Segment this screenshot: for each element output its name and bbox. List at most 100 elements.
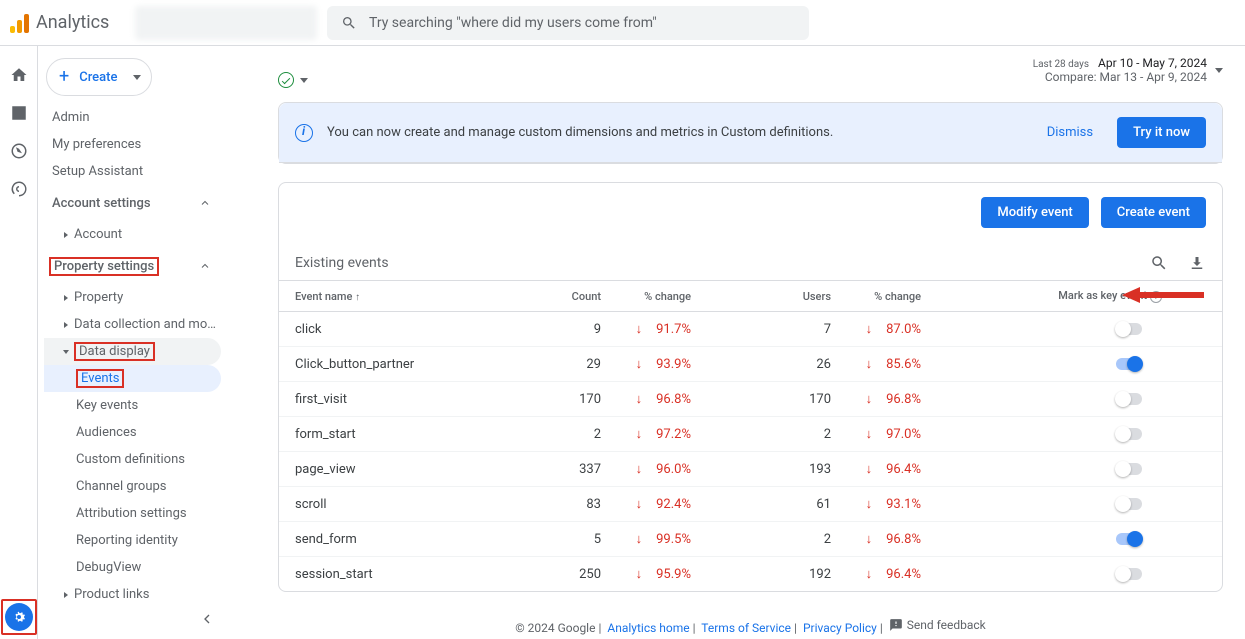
cell-pct1: ↓96.0% [609,452,699,487]
col-users[interactable]: Users [699,281,839,312]
cell-users: 2 [699,417,839,452]
admin-gear-button[interactable] [5,603,33,631]
date-range-picker[interactable]: Last 28 days Apr 10 - May 7, 2024 Compar… [1033,56,1223,84]
table-row[interactable]: send_form5↓99.5%2↓96.8% [279,522,1222,557]
nav-custom-definitions[interactable]: Custom definitions [44,446,221,473]
col-key-event: Mark as key event? [929,281,1222,312]
key-event-toggle[interactable] [1116,358,1142,370]
nav-audiences[interactable]: Audiences [44,419,221,446]
cell-users: 2 [699,522,839,557]
search-input[interactable]: Try searching "where did my users come f… [327,6,809,40]
nav-account-settings[interactable]: Account settings [44,185,221,221]
link-privacy[interactable]: Privacy Policy [803,621,877,635]
nav-reporting-identity[interactable]: Reporting identity [44,527,221,554]
info-banner: You can now create and manage custom dim… [278,102,1223,164]
cell-pct2: ↓93.1% [839,487,929,522]
table-row[interactable]: form_start2↓97.2%2↓97.0% [279,417,1222,452]
table-row[interactable]: page_view337↓96.0%193↓96.4% [279,452,1222,487]
col-pct-change-2[interactable]: % change [839,281,929,312]
cell-pct2: ↓87.0% [839,312,929,347]
cell-event-name: form_start [279,417,529,452]
cell-count: 9 [529,312,609,347]
reports-icon[interactable] [10,104,28,122]
create-label: Create [79,70,117,85]
key-event-toggle[interactable] [1116,323,1142,335]
cell-event-name: click [279,312,529,347]
search-icon[interactable] [1150,254,1168,272]
caret-down-icon [133,75,141,80]
cell-pct1: ↓93.9% [609,347,699,382]
table-row[interactable]: scroll83↓92.4%61↓93.1% [279,487,1222,522]
cell-count: 29 [529,347,609,382]
table-row[interactable]: Click_button_partner29↓93.9%26↓85.6% [279,347,1222,382]
nav-events[interactable]: Events [44,365,221,392]
cell-users: 193 [699,452,839,487]
collapse-sidebar-button[interactable] [199,611,215,631]
cell-count: 337 [529,452,609,487]
caret-down-icon [1215,68,1223,73]
link-analytics-home[interactable]: Analytics home [607,621,689,635]
home-icon[interactable] [10,66,28,84]
create-event-button[interactable]: Create event [1101,197,1206,228]
search-placeholder: Try searching "where did my users come f… [369,15,657,31]
col-event-name[interactable]: Event name ↑ [279,281,529,312]
cell-pct2: ↓85.6% [839,347,929,382]
caret-down-icon [300,78,308,83]
cell-pct1: ↓96.8% [609,382,699,417]
gear-icon [11,609,27,625]
key-event-toggle[interactable] [1116,393,1142,405]
property-selector[interactable] [135,6,317,40]
table-row[interactable]: session_start250↓95.9%192↓96.4% [279,557,1222,592]
dismiss-button[interactable]: Dismiss [1047,125,1093,140]
cell-pct1: ↓97.2% [609,417,699,452]
cell-count: 83 [529,487,609,522]
nav-admin[interactable]: Admin [44,104,221,131]
events-card: Modify event Create event Existing event… [278,182,1223,592]
link-terms[interactable]: Terms of Service [701,621,791,635]
checkmark-icon [278,72,294,88]
try-it-now-button[interactable]: Try it now [1117,117,1206,148]
col-pct-change-1[interactable]: % change [609,281,699,312]
col-count[interactable]: Count [529,281,609,312]
key-event-toggle[interactable] [1116,568,1142,580]
events-table: Event name ↑ Count % change Users % chan… [279,280,1222,591]
table-row[interactable]: first_visit170↓96.8%170↓96.8% [279,382,1222,417]
chevron-up-icon [199,260,211,272]
key-event-toggle[interactable] [1116,428,1142,440]
nav-debugview[interactable]: DebugView [44,554,221,581]
explore-icon[interactable] [10,142,28,160]
banner-text: You can now create and manage custom dim… [327,125,833,140]
cell-count: 170 [529,382,609,417]
content-area: Last 28 days Apr 10 - May 7, 2024 Compar… [228,46,1245,639]
table-row[interactable]: click9↓91.7%7↓87.0% [279,312,1222,347]
cell-event-name: send_form [279,522,529,557]
create-button[interactable]: + Create [46,58,152,96]
download-icon[interactable] [1188,254,1206,272]
key-event-toggle[interactable] [1116,533,1142,545]
nav-setup-assistant[interactable]: Setup Assistant [44,158,221,185]
key-event-toggle[interactable] [1116,463,1142,475]
nav-product-links[interactable]: Product links [44,581,221,608]
modify-event-button[interactable]: Modify event [981,197,1088,228]
key-event-toggle[interactable] [1116,498,1142,510]
nav-data-collection[interactable]: Data collection and modifica... [44,311,221,338]
nav-key-events[interactable]: Key events [44,392,221,419]
nav-my-preferences[interactable]: My preferences [44,131,221,158]
cell-pct2: ↓96.8% [839,382,929,417]
chevron-up-icon [199,197,211,209]
help-icon[interactable]: ? [1150,291,1162,303]
nav-channel-groups[interactable]: Channel groups [44,473,221,500]
nav-rail [0,46,38,639]
send-feedback-button[interactable]: Send feedback [889,618,986,632]
advertising-icon[interactable] [10,180,28,198]
nav-property[interactable]: Property [44,284,221,311]
app-header: Analytics Try searching "where did my us… [0,0,1245,46]
info-icon [295,124,313,142]
nav-attribution-settings[interactable]: Attribution settings [44,500,221,527]
nav-account[interactable]: Account [44,221,221,248]
nav-data-display[interactable]: Data display [44,338,221,365]
cell-pct2: ↓96.4% [839,557,929,592]
status-chip[interactable] [278,72,308,88]
cell-pct1: ↓91.7% [609,312,699,347]
nav-property-settings[interactable]: Property settings [44,248,221,284]
